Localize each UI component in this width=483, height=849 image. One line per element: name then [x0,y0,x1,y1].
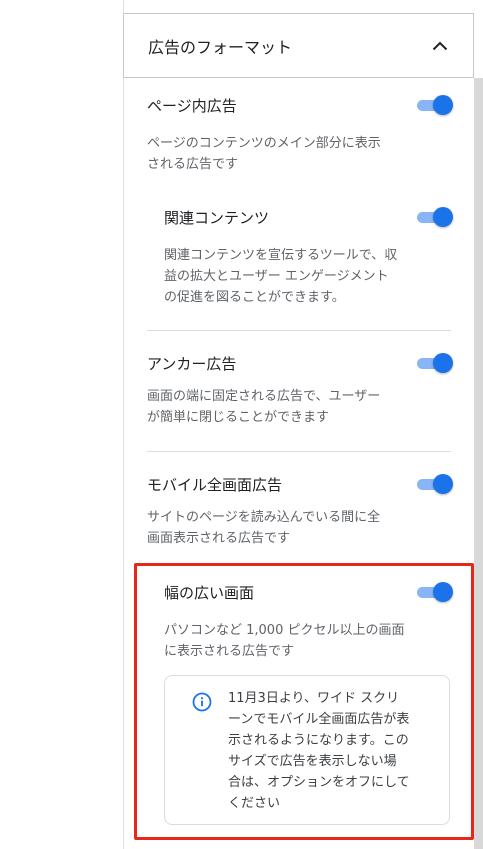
panel-divider [123,0,124,849]
format-row-related-content: 関連コンテンツ [164,206,453,228]
related-content-label: 関連コンテンツ [164,208,270,227]
in-page-label: ページ内広告 [147,96,237,115]
related-content-description-line: 関連コンテンツを宣伝するツールで、収 [164,248,398,263]
ad-formats-title: 広告のフォーマット [148,37,293,57]
format-row-anchor: アンカー広告 [147,352,453,374]
vignette-toggle[interactable] [415,474,453,494]
format-row-vignette: モバイル全画面広告 [147,473,453,495]
vignette-description-line: 画面表示される広告です [147,531,291,546]
related-content-description: 関連コンテンツを宣伝するツールで、収 益の拡大とユーザー エンゲージメント の促… [164,245,434,308]
scrollbar[interactable] [474,78,483,849]
ad-settings-panel: 広告のフォーマット ページ内広告 ページのコンテンツのメイン部分に表示 される広… [0,0,483,849]
in-page-description: ページのコンテンツのメイン部分に表示 される広告です [147,133,417,175]
notice-line: ください [228,796,281,811]
related-content-toggle[interactable] [415,207,453,227]
wide-screen-notice: 11月3日より、ワイド スクリ ーンでモバイル全画面広告が表 示されるようになり… [164,675,450,825]
in-page-toggle[interactable] [415,95,453,115]
related-content-description-line: 益の拡大とユーザー エンゲージメント [164,269,389,284]
anchor-description-line: 画面の端に固定される広告で、ユーザー [147,389,381,404]
anchor-description-line: が簡単に閉じることができます [147,410,330,425]
anchor-toggle[interactable] [415,353,453,373]
divider [147,330,451,331]
vignette-label: モバイル全画面広告 [147,475,283,494]
wide-screen-description-line: に表示される広告です [164,644,295,659]
notice-line: サイズで広告を表示しない場 [228,754,397,769]
notice-line: ーンでモバイル全画面広告が表 [228,712,410,727]
divider [147,451,451,452]
vignette-description-line: サイトのページを読み込んでいる間に全 [147,510,381,525]
in-page-description-line: される広告です [147,157,239,172]
related-content-description-line: の促進を図ることができます。 [164,290,345,305]
notice-line: 合は、オプションをオフにして [228,775,410,790]
wide-screen-label: 幅の広い画面 [164,583,255,602]
vignette-description: サイトのページを読み込んでいる間に全 画面表示される広告です [147,507,417,549]
chevron-up-icon[interactable] [431,37,449,55]
wide-screen-description: パソコンなど 1,000 ピクセル以上の画面 に表示される広告です [164,620,444,662]
anchor-description: 画面の端に固定される広告で、ユーザー が簡単に閉じることができます [147,386,417,428]
info-icon [192,692,212,712]
notice-text: 11月3日より、ワイド スクリ ーンでモバイル全画面広告が表 示されるようになり… [228,688,438,814]
notice-line: 示されるようになります。この [228,733,409,748]
ad-formats-header[interactable]: 広告のフォーマット [123,13,474,78]
wide-screen-toggle[interactable] [415,582,453,602]
notice-line: 11月3日より、ワイド スクリ [228,691,400,706]
anchor-label: アンカー広告 [147,354,237,373]
in-page-description-line: ページのコンテンツのメイン部分に表示 [147,136,381,151]
format-row-in-page: ページ内広告 [147,94,453,116]
wide-screen-description-line: パソコンなど 1,000 ピクセル以上の画面 [164,623,405,638]
format-row-wide-screen: 幅の広い画面 [164,581,453,603]
